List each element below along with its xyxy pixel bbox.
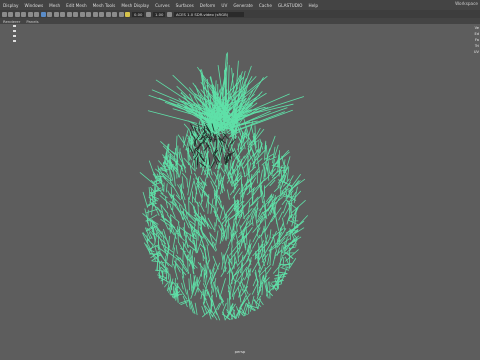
main-menubar: Display Windows Mesh Edit Mesh Mesh Tool… <box>0 0 480 10</box>
gamma-icon[interactable] <box>145 11 151 17</box>
menu-mesh-tools[interactable]: Mesh Tools <box>90 3 119 8</box>
menu-display[interactable]: Display <box>0 3 21 8</box>
grid-icon[interactable] <box>27 11 33 17</box>
camera-name-label: persp <box>234 349 246 354</box>
shadows-icon[interactable] <box>66 11 72 17</box>
menu-uv[interactable]: UV <box>218 3 230 8</box>
menu-help[interactable]: Help <box>305 3 321 8</box>
menu-glastudio[interactable]: GLASTUDIO <box>275 3 306 8</box>
film-gate-icon[interactable] <box>34 11 39 17</box>
lights-icon[interactable] <box>60 11 65 17</box>
gamma-field[interactable]: 1.00 <box>152 11 166 17</box>
xray-icon[interactable] <box>105 11 111 17</box>
color-management-icon[interactable] <box>166 11 172 17</box>
panel-menu-panels[interactable]: Panels <box>23 19 41 24</box>
menu-mesh[interactable]: Mesh <box>46 3 63 8</box>
menu-edit-mesh[interactable]: Edit Mesh <box>63 3 89 8</box>
select-camera-icon[interactable] <box>1 11 7 17</box>
bookmark-icon[interactable] <box>14 11 20 17</box>
xray-joints-icon[interactable] <box>112 11 117 17</box>
ambient-occlusion-icon[interactable] <box>73 11 78 17</box>
camera-attributes-icon[interactable] <box>8 11 13 17</box>
menu-curves[interactable]: Curves <box>152 3 173 8</box>
menu-windows[interactable]: Windows <box>21 3 46 8</box>
menu-surfaces[interactable]: Surfaces <box>173 3 197 8</box>
viewport-toolbar: 0.00 1.00 ACES 1.0 SDR-video (sRGB) <box>0 10 480 18</box>
menu-generate[interactable]: Generate <box>230 3 256 8</box>
image-plane-icon[interactable] <box>21 11 26 17</box>
exposure-field[interactable]: 0.00 <box>132 11 145 17</box>
depth-of-field-icon[interactable] <box>92 11 98 17</box>
anti-alias-icon[interactable] <box>86 11 91 17</box>
textured-icon[interactable] <box>53 11 59 17</box>
pineapple-wireframe-mesh[interactable] <box>0 24 480 360</box>
isolate-select-icon[interactable] <box>99 11 104 17</box>
xray-components-icon[interactable] <box>118 11 124 17</box>
motion-blur-icon[interactable] <box>79 11 85 17</box>
wireframe-icon[interactable] <box>40 11 46 17</box>
smooth-shade-icon[interactable] <box>47 11 52 17</box>
menu-cache[interactable]: Cache <box>256 3 275 8</box>
color-space-dropdown[interactable]: ACES 1.0 SDR-video (sRGB) <box>173 11 244 17</box>
workspace-selector[interactable]: Workspace <box>455 1 478 6</box>
menu-deform[interactable]: Deform <box>197 3 219 8</box>
exposure-icon[interactable] <box>125 11 130 17</box>
menu-mesh-display[interactable]: Mesh Display <box>118 3 152 8</box>
panel-menu-renderer[interactable]: Renderer <box>0 19 23 24</box>
3d-viewport[interactable]: Ve Ed Fa Tri UV persp <box>0 24 480 360</box>
